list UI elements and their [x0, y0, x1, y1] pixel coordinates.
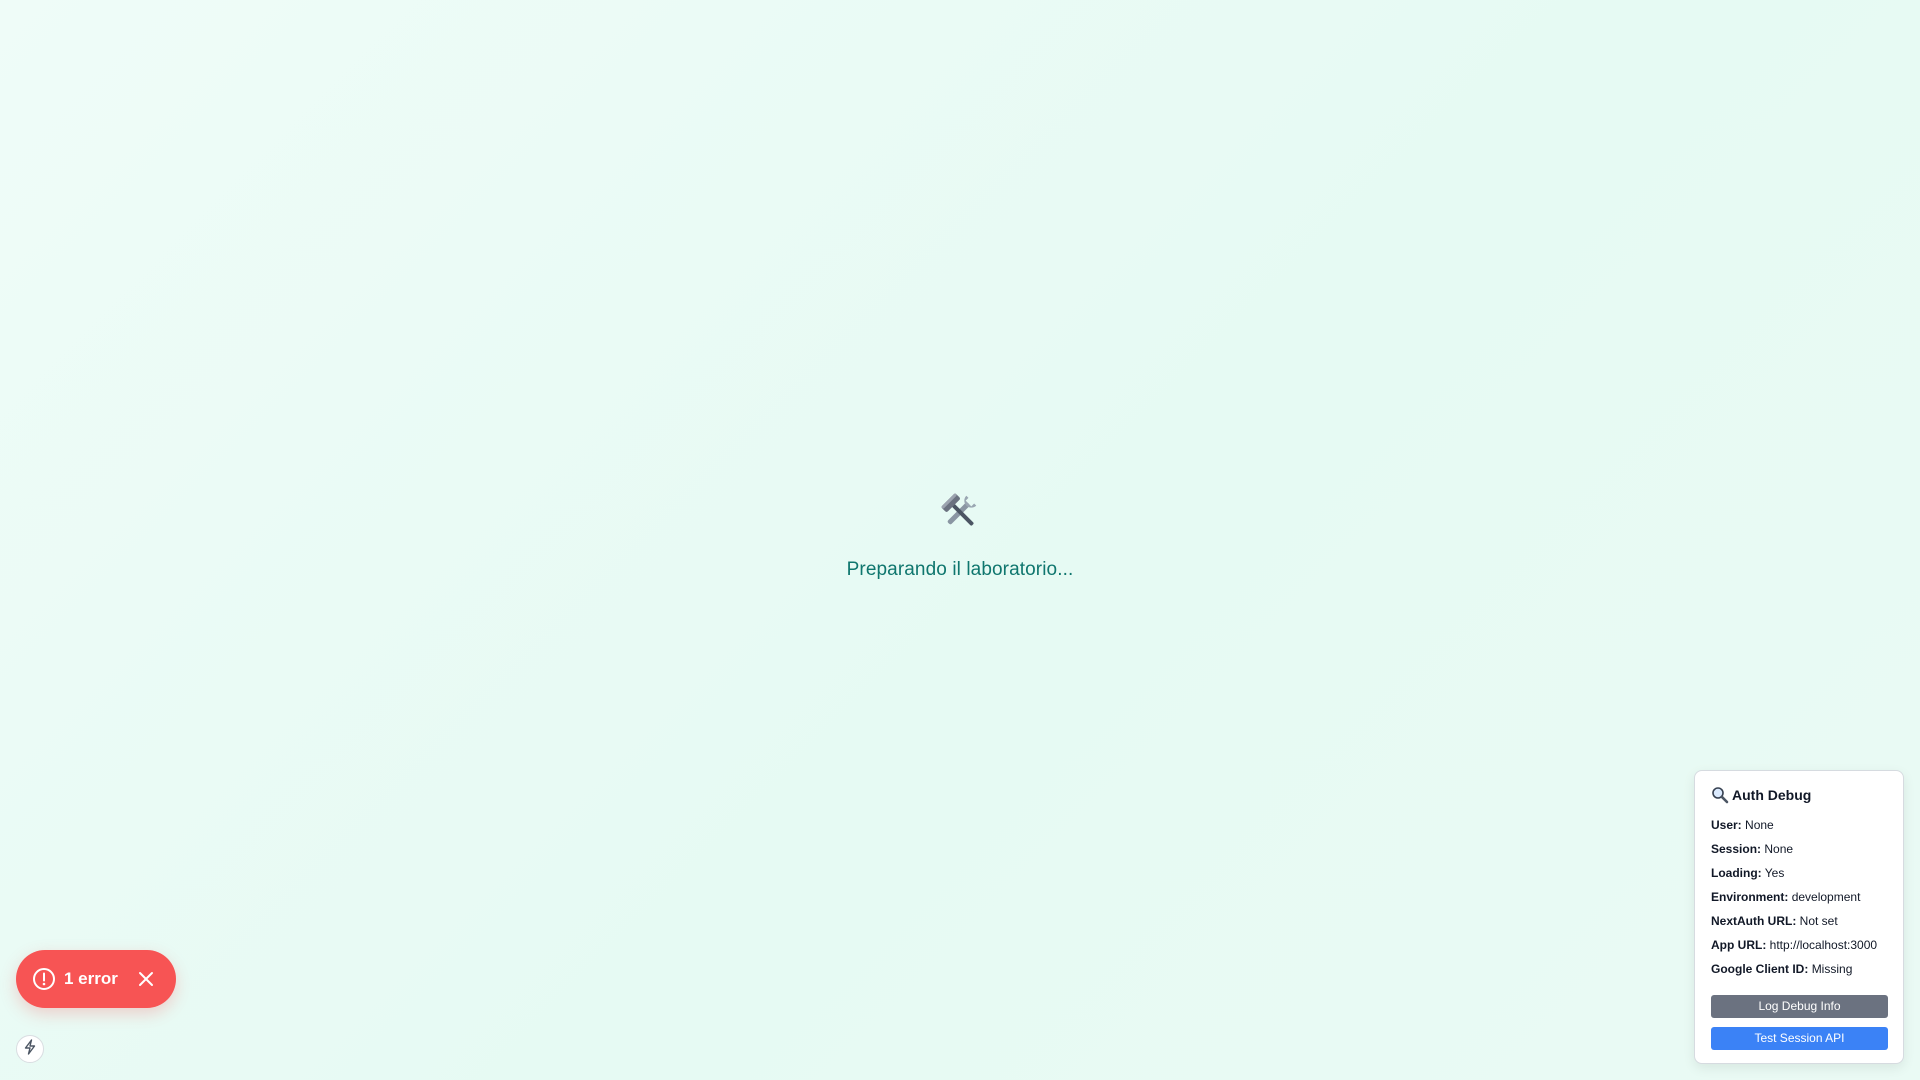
loading-indicator: Preparando il laboratorio... — [0, 490, 1920, 581]
debug-value: http://localhost:3000 — [1769, 938, 1878, 952]
debug-key: User: — [1711, 818, 1742, 832]
debug-value: development — [1791, 890, 1861, 904]
lightning-bolt-icon — [23, 1038, 37, 1060]
debug-value: Missing — [1811, 962, 1853, 976]
debug-key: NextAuth URL: — [1711, 914, 1797, 928]
debug-key: Session: — [1711, 842, 1762, 856]
debug-panel-title: Auth Debug — [1711, 785, 1887, 805]
error-toast[interactable]: 1 error — [16, 950, 176, 1008]
debug-value: Yes — [1764, 866, 1785, 880]
test-session-api-button[interactable]: Test Session API — [1711, 1027, 1888, 1050]
debug-value: None — [1764, 842, 1794, 856]
debug-key: Environment: — [1711, 890, 1789, 904]
loading-message: Preparando il laboratorio... — [846, 559, 1074, 580]
debug-row-user: User: None — [1711, 813, 1887, 837]
debug-key: Google Client ID: — [1711, 962, 1809, 976]
debug-value: Not set — [1799, 914, 1838, 928]
debug-row-loading: Loading: Yes — [1711, 861, 1887, 885]
log-debug-info-button[interactable]: Log Debug Info — [1711, 995, 1888, 1018]
error-count-label: 1 error — [64, 969, 118, 988]
debug-row-session: Session: None — [1711, 837, 1887, 861]
hammer-and-wrench-icon — [938, 490, 982, 542]
magnifier-icon — [1711, 786, 1729, 804]
alert-circle-icon — [32, 967, 56, 991]
debug-row-nextauth-url: NextAuth URL: Not set — [1711, 909, 1887, 933]
debug-row-google-client-id: Google Client ID: Missing — [1711, 957, 1887, 981]
debug-title-text: Auth Debug — [1732, 787, 1812, 803]
debug-key: App URL: — [1711, 938, 1767, 952]
dev-tools-badge[interactable] — [16, 1035, 44, 1063]
debug-key: Loading: — [1711, 866, 1762, 880]
debug-row-environment: Environment: development — [1711, 885, 1887, 909]
debug-row-app-url: App URL: http://localhost:3000 — [1711, 933, 1887, 957]
auth-debug-panel: Auth Debug User: None Session: None Load… — [1694, 770, 1904, 1064]
debug-value: None — [1745, 818, 1774, 832]
close-icon[interactable] — [136, 969, 156, 989]
